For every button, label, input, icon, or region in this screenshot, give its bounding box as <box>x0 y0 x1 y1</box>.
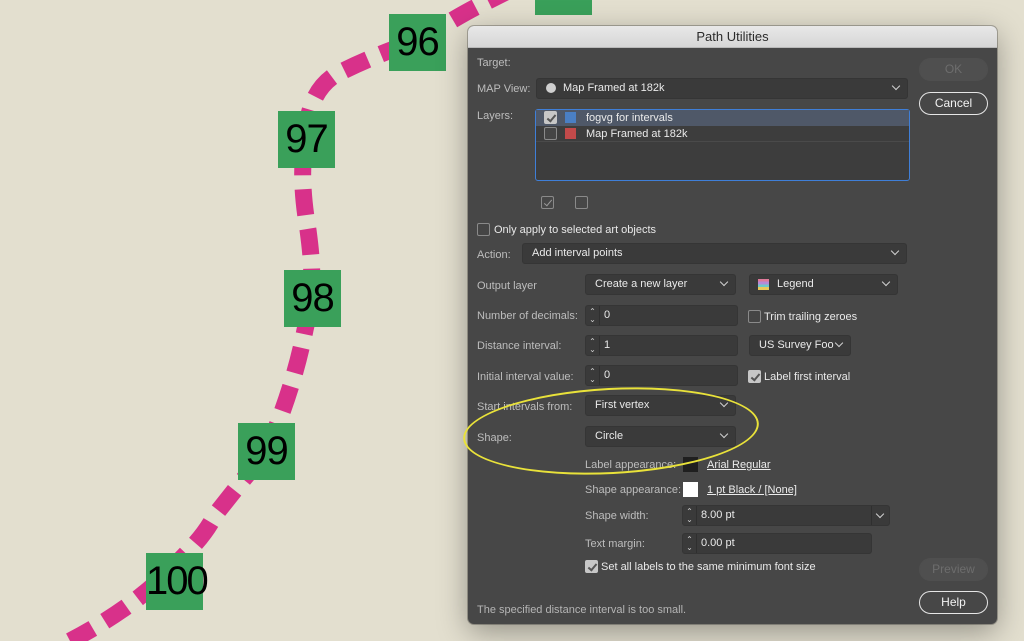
map-view-select[interactable]: Map Framed at 182k <box>536 78 908 99</box>
interval-marker-98[interactable]: 98 <box>284 270 341 327</box>
text-margin-label: Text margin: <box>585 538 645 550</box>
decimals-field[interactable]: ⌃ ⌄ 0 <box>585 305 738 326</box>
shape-width-value: 8.00 pt <box>701 509 735 521</box>
cancel-button[interactable]: Cancel <box>919 92 988 115</box>
layer-row[interactable]: Map Framed at 182k <box>536 126 909 142</box>
ok-button[interactable]: OK <box>919 58 988 81</box>
start-from-label: Start intervals from: <box>477 401 573 413</box>
stepper-icon[interactable]: ⌃ ⌄ <box>683 534 697 553</box>
shape-select[interactable]: Circle <box>585 426 736 447</box>
layer-red-icon <box>565 128 576 139</box>
distance-value: 1 <box>604 339 611 351</box>
globe-icon <box>546 83 556 93</box>
status-message: The specified distance interval is too s… <box>477 604 687 616</box>
action-select[interactable]: Add interval points <box>522 243 907 264</box>
only-selected-label: Only apply to selected art objects <box>494 224 657 236</box>
layer-name: Map Framed at 182k <box>586 128 688 140</box>
layers-list[interactable]: fogvg for intervals Map Framed at 182k <box>535 109 910 181</box>
initial-value: 0 <box>604 369 611 381</box>
decimals-value: 0 <box>604 309 611 321</box>
interval-marker-96[interactable]: 96 <box>389 14 446 71</box>
action-label: Action: <box>477 249 511 261</box>
label-first-label: Label first interval <box>764 371 851 383</box>
chevron-down-icon <box>890 246 900 256</box>
check-all-icon[interactable] <box>541 196 554 209</box>
chevron-down-icon <box>719 398 729 408</box>
label-appearance-link[interactable]: Arial Regular <box>707 459 771 471</box>
output-layer-select[interactable]: Create a new layer <box>585 274 736 295</box>
shape-appearance-label: Shape appearance: <box>585 484 682 496</box>
decimals-label: Number of decimals: <box>477 310 578 322</box>
shape-label: Shape: <box>477 432 512 444</box>
trim-zeroes-checkbox[interactable] <box>748 310 761 323</box>
path-utilities-dialog: Path Utilities Target: MAP View: Map Fra… <box>468 26 997 624</box>
shape-width-dropdown[interactable] <box>871 506 889 525</box>
trim-zeroes-label: Trim trailing zeroes <box>764 311 858 323</box>
distance-label: Distance interval: <box>477 340 562 352</box>
same-font-checkbox[interactable] <box>585 560 598 573</box>
chevron-down-icon <box>881 277 891 287</box>
legend-icon <box>758 279 769 290</box>
text-margin-field[interactable]: ⌃ ⌄ 0.00 pt <box>682 533 872 554</box>
layer-checkbox[interactable] <box>544 127 557 140</box>
start-from-select[interactable]: First vertex <box>585 395 736 416</box>
action-value: Add interval points <box>532 247 623 259</box>
target-label: Target: <box>477 57 511 69</box>
output-layer-label: Output layer <box>477 280 537 292</box>
chevron-down-icon <box>875 509 885 519</box>
shape-value: Circle <box>595 430 624 442</box>
shape-width-field[interactable]: ⌃ ⌄ 8.00 pt <box>682 505 890 526</box>
map-view-value: Map Framed at 182k <box>563 82 665 94</box>
text-margin-value: 0.00 pt <box>701 537 735 549</box>
label-appearance-label: Label appearance: <box>585 459 677 471</box>
interval-marker-99[interactable]: 99 <box>238 423 295 480</box>
dialog-title: Path Utilities <box>468 26 997 48</box>
stepper-icon[interactable]: ⌃ ⌄ <box>586 366 600 385</box>
shape-width-label: Shape width: <box>585 510 649 522</box>
legend-value: Legend <box>777 278 814 290</box>
layer-blue-icon <box>565 112 576 123</box>
map-view-label: MAP View: <box>477 83 531 95</box>
shape-appearance-link[interactable]: 1 pt Black / [None] <box>707 484 797 496</box>
output-layer-value: Create a new layer <box>595 278 688 290</box>
chevron-down-icon <box>719 429 729 439</box>
stepper-icon[interactable]: ⌃ ⌄ <box>586 306 600 325</box>
units-select[interactable]: US Survey Foo <box>749 335 851 356</box>
layer-row[interactable]: fogvg for intervals <box>536 110 909 126</box>
start-from-value: First vertex <box>595 399 650 411</box>
interval-marker-100[interactable]: 100 <box>146 553 209 610</box>
only-selected-checkbox[interactable] <box>477 223 490 236</box>
layer-checkbox[interactable] <box>544 111 557 124</box>
label-appearance-swatch[interactable] <box>683 457 698 472</box>
interval-marker-95[interactable]: 95 <box>535 0 592 15</box>
distance-field[interactable]: ⌃ ⌄ 1 <box>585 335 738 356</box>
stepper-icon[interactable]: ⌃ ⌄ <box>586 336 600 355</box>
chevron-down-icon <box>719 277 729 287</box>
chevron-down-icon <box>834 338 844 348</box>
help-button[interactable]: Help <box>919 591 988 614</box>
initial-label: Initial interval value: <box>477 371 574 383</box>
shape-appearance-swatch[interactable] <box>683 482 698 497</box>
stepper-icon[interactable]: ⌃ ⌄ <box>683 506 697 525</box>
chevron-down-icon <box>891 81 901 91</box>
same-font-label: Set all labels to the same minimum font … <box>601 561 816 573</box>
layer-name: fogvg for intervals <box>586 112 673 124</box>
initial-field[interactable]: ⌃ ⌄ 0 <box>585 365 738 386</box>
layers-label: Layers: <box>477 110 514 122</box>
preview-button[interactable]: Preview <box>919 558 988 581</box>
units-value: US Survey Foo <box>759 339 834 351</box>
interval-marker-97[interactable]: 97 <box>278 111 335 168</box>
label-first-checkbox[interactable] <box>748 370 761 383</box>
uncheck-all-icon[interactable] <box>575 196 588 209</box>
legend-select[interactable]: Legend <box>749 274 898 295</box>
